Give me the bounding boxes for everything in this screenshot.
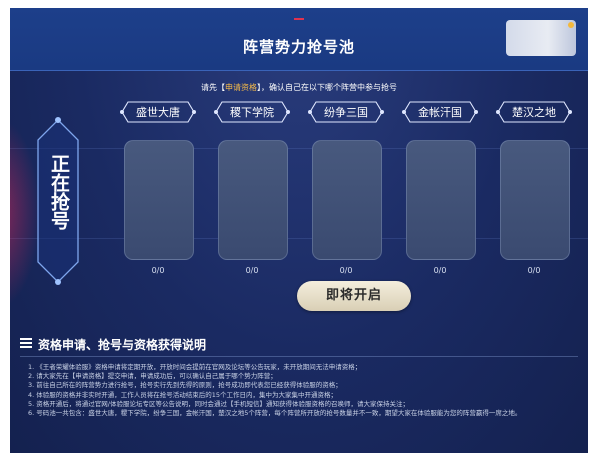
faction-label-frame: 纷争三国 — [308, 100, 384, 124]
rules-list: 1. 《王者荣耀体验服》资格申请将定期开放，开放时间会提前在官网及论坛等公告玩家… — [28, 363, 576, 418]
list-item: 3. 前往自己所在的阵营势力进行抢号，抢号实行先到先得的原则，抢号成功即代表您已… — [28, 381, 342, 390]
faction-slot[interactable] — [312, 140, 382, 260]
list-item: 1. 《王者荣耀体验服》资格申请将定期开放，开放时间会提前在官网及论坛等公告玩家… — [28, 363, 362, 371]
faction-count: 0/0 — [339, 266, 353, 275]
notice-prefix: 请先【 — [201, 83, 225, 92]
header-bar: 阵营势力抢号池 — [10, 8, 588, 71]
badge-icon — [568, 22, 574, 28]
faction-name: 稷下学院 — [230, 106, 274, 119]
faction-column[interactable]: 楚汉之地 0/0 — [496, 100, 572, 275]
faction-column[interactable]: 稷下学院 0/0 — [214, 100, 290, 275]
notice-text: 请先【申请资格】，确认自己在以下哪个阵营中参与抢号 — [10, 82, 588, 93]
faction-column[interactable]: 盛世大唐 0/0 — [120, 100, 196, 275]
faction-column[interactable]: 纷争三国 0/0 — [308, 100, 384, 275]
faction-slot[interactable] — [500, 140, 570, 260]
event-panel: 阵营势力抢号池 请先【申请资格】，确认自己在以下哪个阵营中参与抢号 正在抢号 盛… — [10, 8, 588, 453]
list-item: 6. 号码池一共包含：盛世大唐，稷下学院，纷争三国，金帐汗国，楚汉之地5个阵营，… — [28, 409, 522, 418]
list-icon — [20, 338, 32, 348]
faction-count: 0/0 — [433, 266, 447, 275]
status-label: 正在抢号 — [48, 154, 70, 230]
faction-label-frame: 稷下学院 — [214, 100, 290, 124]
apply-link[interactable]: 申请资格 — [225, 83, 257, 92]
avatar[interactable] — [506, 20, 576, 56]
section-title: 资格申请、抢号与资格获得说明 — [38, 338, 207, 352]
faction-column[interactable]: 金帐汗国 0/0 — [402, 100, 478, 275]
faction-name: 纷争三国 — [324, 106, 368, 119]
open-button[interactable]: 即将开启 — [297, 281, 411, 311]
faction-count: 0/0 — [527, 266, 541, 275]
faction-label-frame: 盛世大唐 — [120, 100, 196, 124]
faction-count: 0/0 — [245, 266, 259, 275]
list-item: 4. 体验服的资格并非实时开通，工作人员将在抢号活动结束后的15个工作日内，集中… — [28, 390, 338, 399]
header-accent — [294, 18, 304, 20]
notice-suffix: 】，确认自己在以下哪个阵营中参与抢号 — [257, 83, 397, 92]
faction-name: 金帐汗国 — [418, 106, 462, 119]
faction-slot[interactable] — [406, 140, 476, 260]
faction-name: 楚汉之地 — [512, 106, 556, 119]
faction-label-frame: 金帐汗国 — [402, 100, 478, 124]
divider — [20, 356, 578, 357]
faction-name: 盛世大唐 — [136, 106, 180, 119]
faction-label-frame: 楚汉之地 — [496, 100, 572, 124]
page-title: 阵营势力抢号池 — [242, 38, 355, 56]
status-banner: 正在抢号 — [34, 116, 82, 286]
faction-count: 0/0 — [151, 266, 165, 275]
faction-slot[interactable] — [218, 140, 288, 260]
list-item: 5. 资格开通后，将通过官网/体验服论坛专区等公告说明，同时会通过【手机短信】通… — [28, 399, 409, 408]
faction-slot[interactable] — [124, 140, 194, 260]
